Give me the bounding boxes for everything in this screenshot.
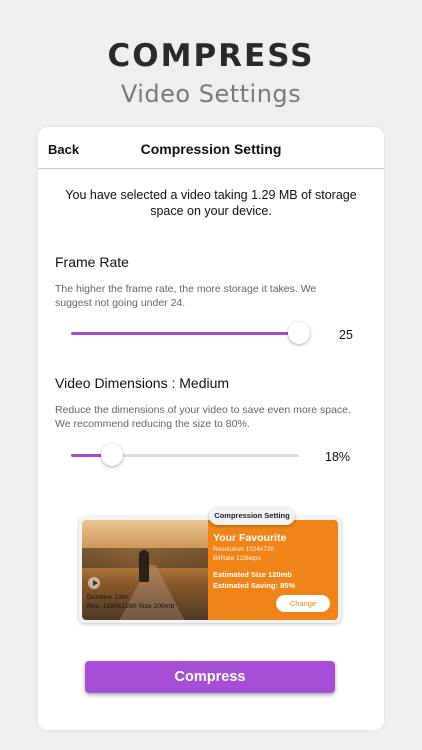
nav-title: Compression Setting (140, 141, 282, 157)
change-button[interactable]: Change (276, 595, 330, 612)
video-dimensions-value: 18% (325, 450, 351, 464)
panel-title: Your Favourite (213, 532, 287, 544)
frame-rate-description: The higher the frame rate, the more stor… (55, 283, 317, 309)
storage-intro-text: You have selected a video taking 1.29 MB… (65, 188, 357, 218)
frame-rate-title: Frame Rate (55, 254, 129, 270)
slider-thumb[interactable] (288, 322, 310, 344)
panel-bitrate: BitRate 128kbps (213, 555, 261, 562)
play-icon[interactable] (88, 577, 100, 589)
hero-subtitle: Video Settings (120, 80, 302, 108)
frame-rate-slider[interactable] (71, 322, 310, 344)
video-dimensions-slider[interactable] (71, 444, 299, 466)
hero-title: COMPRESS (107, 38, 315, 74)
compress-button[interactable]: Compress (85, 661, 335, 693)
compression-preview-card: Duration 12m Res. 1280x1280 Size 200mb Y… (79, 507, 341, 623)
phone-screen: Back Compression Setting You have select… (38, 127, 384, 730)
compression-setting-badge: Compression Setting (209, 507, 295, 525)
frame-rate-value: 25 (339, 328, 353, 342)
video-duration: Duration 12m (87, 594, 128, 601)
slider-thumb[interactable] (101, 444, 123, 466)
video-dimensions-description: Reduce the dimensions of your video to s… (55, 404, 351, 430)
video-meta: Duration 12m Res. 1280x1280 Size 200mb (87, 593, 209, 611)
nav-bar: Back Compression Setting (38, 127, 384, 169)
estimated-saving: Estimated Saving: 85% (213, 581, 296, 590)
video-dimensions-title: Video Dimensions : Medium (55, 375, 230, 391)
slider-fill (71, 332, 299, 335)
panel-resolution: Resolution 1024x720 (213, 546, 275, 553)
estimated-size: Estimated Size 120mb (213, 570, 292, 579)
video-resolution-size: Res. 1280x1280 Size 200mb (87, 603, 175, 610)
favourite-settings-panel: Your Favourite Resolution 1024x720 BitRa… (208, 520, 338, 620)
